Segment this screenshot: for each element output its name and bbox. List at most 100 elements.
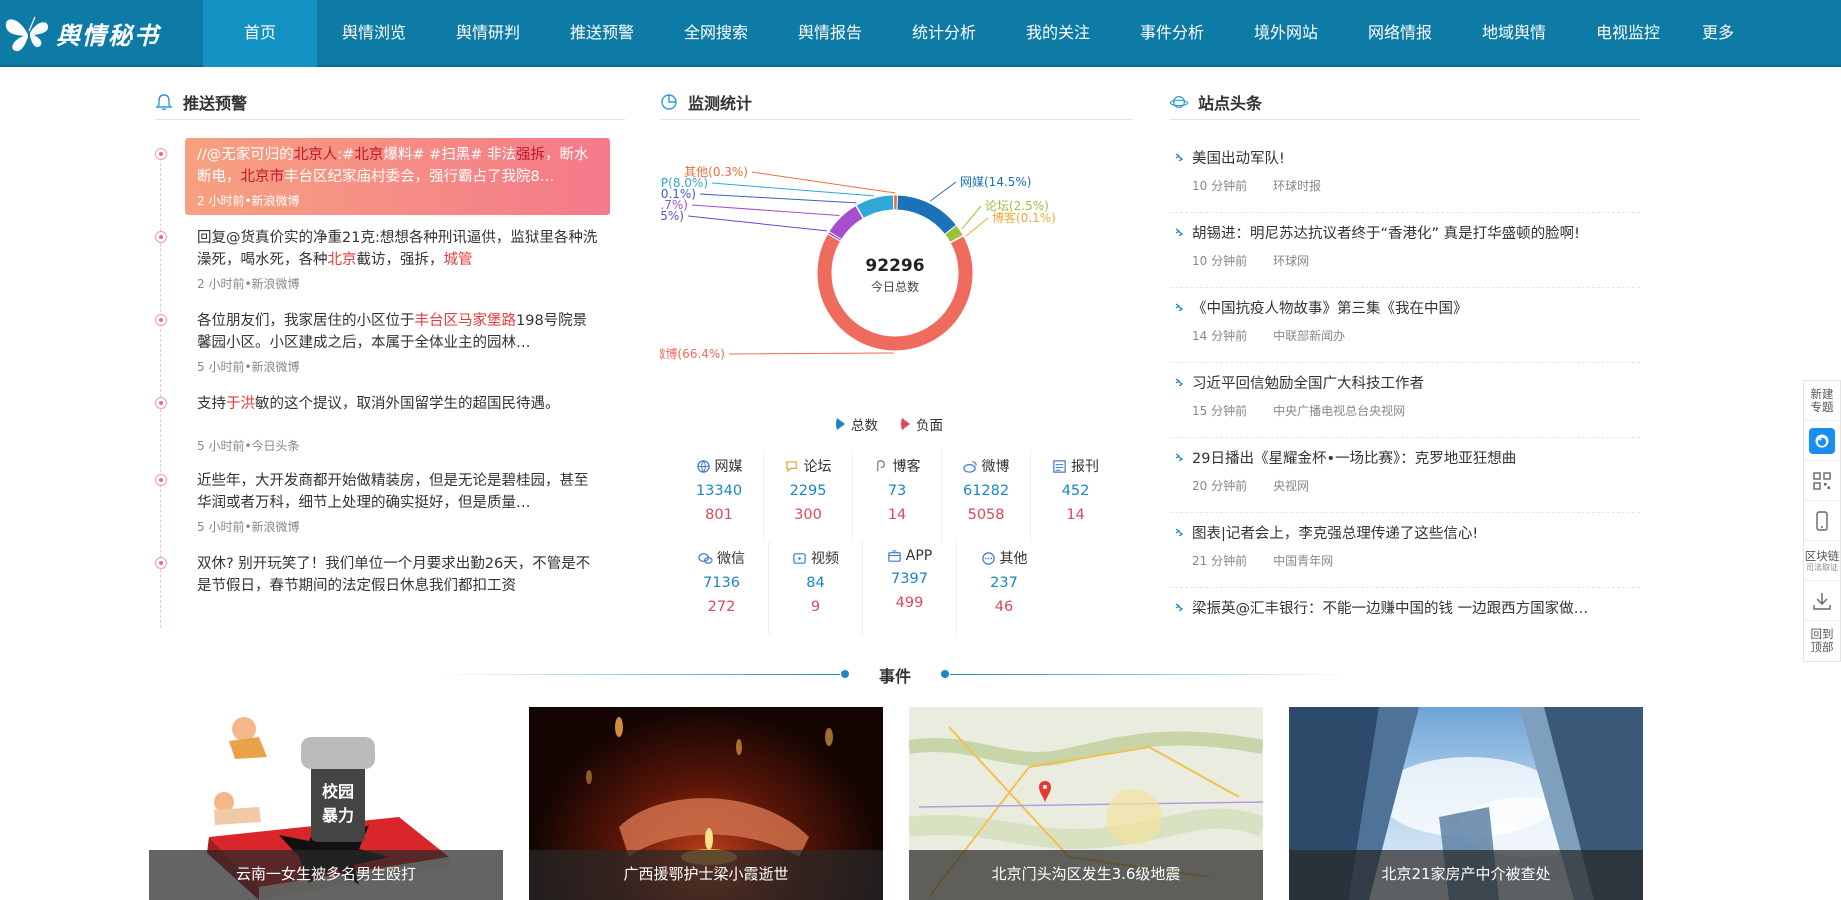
headline-item[interactable]: 习近平回信勉励全国广大科技工作者 15 分钟前 中央广播电视总台央视网 [1170, 363, 1640, 438]
nav-item-8[interactable]: 事件分析 [1115, 0, 1229, 67]
headline-item[interactable]: 美国出动军队! 10 分钟前 环球时报 [1170, 138, 1640, 213]
nav-item-3[interactable]: 推送预警 [545, 0, 659, 67]
stat-negative[interactable]: 499 [863, 595, 956, 611]
nav-item-12[interactable]: 电视监控 [1571, 0, 1685, 67]
alert-item[interactable]: 回复@货真价实的净重21克:想想各种刑讯逼供，监狱里各种洗澡死，喝水死，各种北京… [155, 221, 610, 298]
stat-negative[interactable]: 300 [764, 507, 852, 523]
text-fragment: 截访，强拆， [356, 252, 444, 268]
stat-total[interactable]: 7397 [863, 571, 956, 587]
leader-line-其他 [751, 171, 896, 194]
stat-negative[interactable]: 9 [769, 599, 862, 615]
stats-row: 网媒 13340 801 论坛 2295 300 博客 73 14 微博 61282 5058 报刊 45… [675, 450, 1120, 542]
blockchain-label: 区块链 [1804, 548, 1840, 563]
alert-item[interactable]: 近些年，大开发商都开始做精装房，但是无论是碧桂园，甚至华润或者万科，细节上处理的… [155, 464, 610, 541]
top-navbar: 舆情秘书 首页 舆情浏览 舆情研判 推送预警 全网搜索 舆情报告 统计分析 我的关注 事件分析境… [0, 0, 1841, 67]
stat-cell[interactable]: 报刊 452 14 [1031, 450, 1120, 542]
mobile-button[interactable] [1804, 501, 1840, 541]
nav-item-10[interactable]: 网络情报 [1343, 0, 1457, 67]
nav-item-9[interactable]: 境外网站 [1229, 0, 1343, 67]
nav-item-13[interactable]: 更多 [1685, 0, 1751, 67]
stat-cell[interactable]: 微博 61282 5058 [942, 450, 1032, 542]
alert-item[interactable]: 支持于洪敏的这个提议，取消外国留学生的超国民待遇。 5 小时前•今日头条 [155, 387, 610, 460]
headline-title[interactable]: 胡锡进：明尼苏达抗议者终于“香港化” 真是打华盛顿的脸啊! [1192, 213, 1640, 244]
event-card-1[interactable]: 校园 暴力 云南一女生被多名男生殴打 [149, 707, 503, 900]
event-card-2[interactable]: 广西援鄂护士梁小霞逝世 [529, 707, 883, 900]
mobile-phone-icon [1816, 510, 1828, 531]
stat-total[interactable]: 84 [769, 575, 862, 591]
stat-cell[interactable]: 微信 7136 272 [675, 542, 769, 634]
legend-item[interactable]: 总数 [835, 414, 878, 434]
blockchain-button[interactable]: 区块链 司法取证 [1804, 541, 1840, 581]
stat-name: 微博 [981, 459, 1010, 475]
nav-item-1[interactable]: 舆情浏览 [317, 0, 431, 67]
donut-slice-网媒[interactable] [894, 194, 958, 236]
stat-total[interactable]: 13340 [675, 483, 763, 499]
headline-item[interactable]: 梁振英@汇丰银行：不能一边赚中国的钱 一边跟西方国家做… [1170, 588, 1640, 663]
stat-cell[interactable]: 视频 84 9 [769, 542, 863, 634]
stat-total[interactable]: 61282 [942, 483, 1030, 499]
nav-item-0[interactable]: 首页 [203, 0, 317, 67]
nav-item-5[interactable]: 舆情报告 [773, 0, 887, 67]
video-icon [793, 552, 806, 564]
headline-title[interactable]: 29日播出《星耀金杯•一场比赛》：克罗地亚狂想曲 [1192, 438, 1640, 469]
stat-cell[interactable]: 其他 237 46 [957, 542, 1051, 634]
back-to-top-button[interactable]: 回到顶部 [1804, 621, 1840, 661]
headline-time: 10 分钟前 [1192, 254, 1248, 268]
stat-cell[interactable]: APP 7397 499 [863, 542, 957, 634]
legend-item[interactable]: 负面 [900, 414, 943, 434]
alert-meta: 2 小时前•新浪微博 [197, 277, 300, 291]
nav-item-4[interactable]: 全网搜索 [659, 0, 773, 67]
leader-line-APP [711, 182, 874, 197]
headline-title[interactable]: 图表|记者会上，李克强总理传递了这些信心! [1192, 513, 1640, 544]
new-topic-button[interactable]: 新建专题 [1804, 381, 1840, 421]
event-caption: 广西援鄂护士梁小霞逝世 [529, 850, 883, 900]
headline-item[interactable]: 29日播出《星耀金杯•一场比赛》：克罗地亚狂想曲 20 分钟前 央视网 [1170, 438, 1640, 513]
stat-total[interactable]: 2295 [764, 483, 852, 499]
alert-item[interactable]: //@无家可归的北京人:#北京爆料# #扫黑# 非法强拆，断水断电，北京市丰台区… [155, 138, 610, 215]
mascot-button[interactable] [1804, 421, 1840, 461]
headline-title[interactable]: 《中国抗疫人物故事》第三集《我在中国》 [1192, 288, 1640, 319]
stat-total[interactable]: 73 [853, 483, 941, 499]
stat-total[interactable]: 452 [1031, 483, 1120, 499]
alert-item[interactable]: 双休? 别开玩笑了！我们单位一个月要求出勤26天，不管是不是节假日，春节期间的法… [155, 547, 610, 603]
nav-item-6[interactable]: 统计分析 [887, 0, 1001, 67]
stat-total[interactable]: 237 [957, 575, 1051, 591]
nav-item-2[interactable]: 舆情研判 [431, 0, 545, 67]
stat-negative[interactable]: 14 [1031, 507, 1120, 523]
stat-negative[interactable]: 5058 [942, 507, 1030, 523]
event-card-4[interactable]: 北京21家房产中介被查处 [1289, 707, 1643, 900]
stat-cell[interactable]: 网媒 13340 801 [675, 450, 765, 542]
alert-item[interactable]: 各位朋友们，我家居住的小区位于丰台区马家堡路198号院景馨园小区。小区建成之后，… [155, 304, 610, 381]
main-nav: 首页 舆情浏览 舆情研判 推送预警 全网搜索 舆情报告 统计分析 我的关注 事件分析 境外网站 网络… [203, 0, 1751, 67]
keyword-highlight: 城管 [443, 252, 473, 268]
app-icon [888, 549, 901, 562]
stat-negative[interactable]: 46 [957, 599, 1051, 615]
stat-cell[interactable]: 论坛 2295 300 [764, 450, 854, 542]
nav-item-7[interactable]: 我的关注 [1001, 0, 1115, 67]
headline-title[interactable]: 梁振英@汇丰银行：不能一边赚中国的钱 一边跟西方国家做… [1192, 588, 1640, 619]
stat-negative[interactable]: 272 [675, 599, 768, 615]
stat-cell[interactable]: 博客 73 14 [853, 450, 943, 542]
event-card-3[interactable]: 北京门头沟区发生3.6级地震 [909, 707, 1263, 900]
blockchain-sublabel: 司法取证 [1806, 562, 1838, 572]
headline-item[interactable]: 图表|记者会上，李克强总理传递了这些信心! 21 分钟前 中国青年网 [1170, 513, 1640, 588]
stat-total[interactable]: 7136 [675, 575, 768, 591]
stat-name: 视频 [811, 551, 839, 567]
donut-slice-APP[interactable] [855, 194, 895, 220]
stat-negative[interactable]: 14 [853, 507, 941, 523]
events-section-header: 事件 [440, 660, 1350, 690]
headline-title[interactable]: 美国出动军队! [1192, 138, 1640, 169]
headline-title[interactable]: 习近平回信勉励全国广大科技工作者 [1192, 363, 1640, 394]
headline-item[interactable]: 《中国抗疫人物故事》第三集《我在中国》 14 分钟前 中联部新闻办 [1170, 288, 1640, 363]
donut-slice-其他[interactable] [893, 194, 898, 211]
stat-negative[interactable]: 801 [675, 507, 763, 523]
stat-name: 网媒 [714, 459, 743, 475]
headline-time: 20 分钟前 [1192, 479, 1248, 493]
qrcode-button[interactable] [1804, 461, 1840, 501]
donut-chart-svg: 网媒(14.5%)论坛(2.5%)博客(0.1%)微博(66.4%)报刊(0.5… [620, 165, 1056, 361]
download-button[interactable] [1804, 581, 1840, 621]
logo[interactable]: 舆情秘书 [2, 10, 172, 56]
stats-grid: 网媒 13340 801 论坛 2295 300 博客 73 14 微博 61282 5058 报刊 45… [675, 450, 1120, 634]
headline-item[interactable]: 胡锡进：明尼苏达抗议者终于“香港化” 真是打华盛顿的脸啊! 10 分钟前 环球网 [1170, 213, 1640, 288]
nav-item-11[interactable]: 地域舆情 [1457, 0, 1571, 67]
